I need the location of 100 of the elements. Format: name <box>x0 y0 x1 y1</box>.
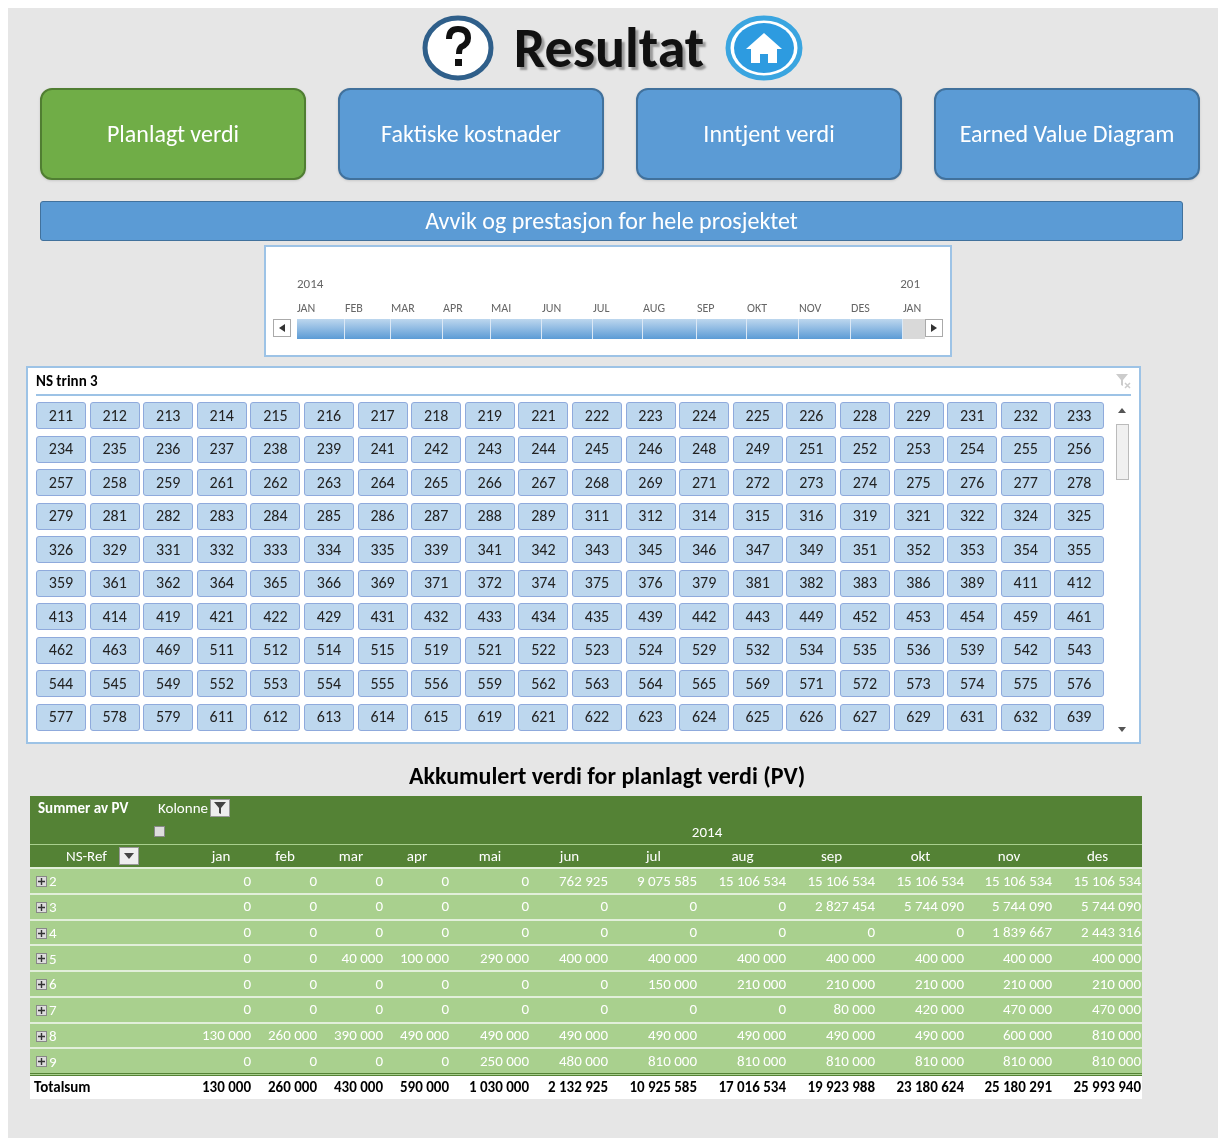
slicer-item[interactable]: 226 <box>786 402 837 429</box>
slicer-item[interactable]: 376 <box>625 569 676 597</box>
slicer-item[interactable]: 629 <box>893 703 944 731</box>
slicer-item[interactable]: 364 <box>196 569 247 597</box>
slicer-item[interactable]: 612 <box>250 703 301 731</box>
slicer-item[interactable]: 565 <box>679 670 730 697</box>
slicer-item[interactable]: 521 <box>464 636 515 664</box>
slicer-item[interactable]: 365 <box>250 569 301 597</box>
slicer-item[interactable]: 239 <box>303 435 354 463</box>
slicer-item[interactable]: 553 <box>250 670 301 697</box>
slicer-item[interactable]: 462 <box>36 636 86 664</box>
slicer-item[interactable]: 369 <box>357 569 408 597</box>
slicer-item[interactable]: 433 <box>464 603 515 630</box>
slicer-item[interactable]: 379 <box>679 569 730 597</box>
slicer-item[interactable]: 434 <box>518 603 569 630</box>
slicer-item[interactable]: 555 <box>357 670 408 697</box>
slicer-item[interactable]: 238 <box>250 435 301 463</box>
slicer-item[interactable]: 281 <box>89 502 140 530</box>
slicer-item[interactable]: 625 <box>732 703 783 731</box>
slicer-item[interactable]: 241 <box>357 435 408 463</box>
slicer-item[interactable]: 326 <box>36 536 86 563</box>
slicer-item[interactable]: 262 <box>250 469 301 496</box>
slicer-item[interactable]: 435 <box>571 603 622 630</box>
slicer-item[interactable]: 286 <box>357 502 408 530</box>
slicer-item[interactable]: 621 <box>518 703 569 731</box>
slicer-item[interactable]: 217 <box>357 402 408 429</box>
slicer-item[interactable]: 252 <box>839 435 890 463</box>
slicer-item[interactable]: 469 <box>143 636 194 664</box>
expand-icon[interactable] <box>36 901 47 913</box>
slicer-item[interactable]: 542 <box>1000 636 1051 664</box>
slicer-item[interactable]: 572 <box>839 670 890 697</box>
slicer-item[interactable]: 314 <box>679 502 730 530</box>
slicer-item[interactable]: 563 <box>571 670 622 697</box>
slicer-item[interactable]: 389 <box>947 569 998 597</box>
slicer-item[interactable]: 562 <box>518 670 569 697</box>
slicer-item[interactable]: 325 <box>1054 502 1105 530</box>
slicer-item[interactable]: 319 <box>839 502 890 530</box>
slicer-item[interactable]: 321 <box>893 502 944 530</box>
slicer-item[interactable]: 523 <box>571 636 622 664</box>
slicer-item[interactable]: 334 <box>303 536 354 563</box>
slicer-item[interactable]: 324 <box>1000 502 1051 530</box>
slicer-item[interactable]: 267 <box>518 469 569 496</box>
slicer-item[interactable]: 346 <box>679 536 730 563</box>
slicer-item[interactable]: 228 <box>839 402 890 429</box>
slicer-item[interactable]: 611 <box>196 703 247 731</box>
timeline-period[interactable] <box>491 319 542 339</box>
slicer-item[interactable]: 362 <box>143 569 194 597</box>
slicer-item[interactable]: 235 <box>89 435 140 463</box>
slicer-item[interactable]: 461 <box>1054 603 1105 630</box>
slicer-item[interactable]: 224 <box>679 402 730 429</box>
slicer-item[interactable]: 614 <box>357 703 408 731</box>
expand-icon[interactable] <box>36 1004 47 1016</box>
slicer-item[interactable]: 212 <box>89 402 140 429</box>
slicer-item[interactable]: 275 <box>893 469 944 496</box>
slicer-item[interactable]: 353 <box>947 536 998 563</box>
slicer-item[interactable]: 269 <box>625 469 676 496</box>
slicer-item[interactable]: 383 <box>839 569 890 597</box>
expand-icon[interactable] <box>36 953 47 965</box>
help-icon[interactable] <box>421 15 494 81</box>
slicer-item[interactable]: 412 <box>1054 569 1105 597</box>
slicer-item[interactable]: 439 <box>625 603 676 630</box>
slicer-item[interactable]: 253 <box>893 435 944 463</box>
slicer-item[interactable]: 316 <box>786 502 837 530</box>
slicer-item[interactable]: 322 <box>947 502 998 530</box>
slicer-item[interactable]: 573 <box>893 670 944 697</box>
slicer-item[interactable]: 545 <box>89 670 140 697</box>
slicer-item[interactable]: 382 <box>786 569 837 597</box>
slicer-item[interactable]: 332 <box>196 536 247 563</box>
slicer-item[interactable]: 277 <box>1000 469 1051 496</box>
slicer-item[interactable]: 624 <box>679 703 730 731</box>
slicer-item[interactable]: 355 <box>1054 536 1105 563</box>
expand-icon[interactable] <box>36 927 47 939</box>
slicer-item[interactable]: 249 <box>732 435 783 463</box>
slicer-item[interactable]: 534 <box>786 636 837 664</box>
slicer-item[interactable]: 254 <box>947 435 998 463</box>
slicer-item[interactable]: 556 <box>411 670 462 697</box>
timeline-period[interactable] <box>851 319 903 339</box>
slicer-item[interactable]: 539 <box>947 636 998 664</box>
timeline-period[interactable] <box>443 319 491 339</box>
slicer-item[interactable]: 256 <box>1054 435 1105 463</box>
dropdown-button[interactable] <box>118 846 139 865</box>
slicer-item[interactable]: 532 <box>732 636 783 664</box>
slicer-item[interactable]: 627 <box>839 703 890 731</box>
slicer-item[interactable]: 577 <box>36 703 86 731</box>
slicer-item[interactable]: 514 <box>303 636 354 664</box>
home-icon[interactable] <box>724 15 805 81</box>
timeline-period[interactable] <box>593 319 643 339</box>
slicer-item[interactable]: 273 <box>786 469 837 496</box>
slicer-item[interactable]: 216 <box>303 402 354 429</box>
slicer-item[interactable]: 374 <box>518 569 569 597</box>
slicer-item[interactable]: 341 <box>464 536 515 563</box>
slicer-item[interactable]: 443 <box>732 603 783 630</box>
slicer-item[interactable]: 529 <box>679 636 730 664</box>
slicer-item[interactable]: 381 <box>732 569 783 597</box>
slicer-item[interactable]: 312 <box>625 502 676 530</box>
slicer-item[interactable]: 419 <box>143 603 194 630</box>
slicer-item[interactable]: 361 <box>89 569 140 597</box>
slicer-item[interactable]: 345 <box>625 536 676 563</box>
slicer-item[interactable]: 288 <box>464 502 515 530</box>
slicer-item[interactable]: 431 <box>357 603 408 630</box>
